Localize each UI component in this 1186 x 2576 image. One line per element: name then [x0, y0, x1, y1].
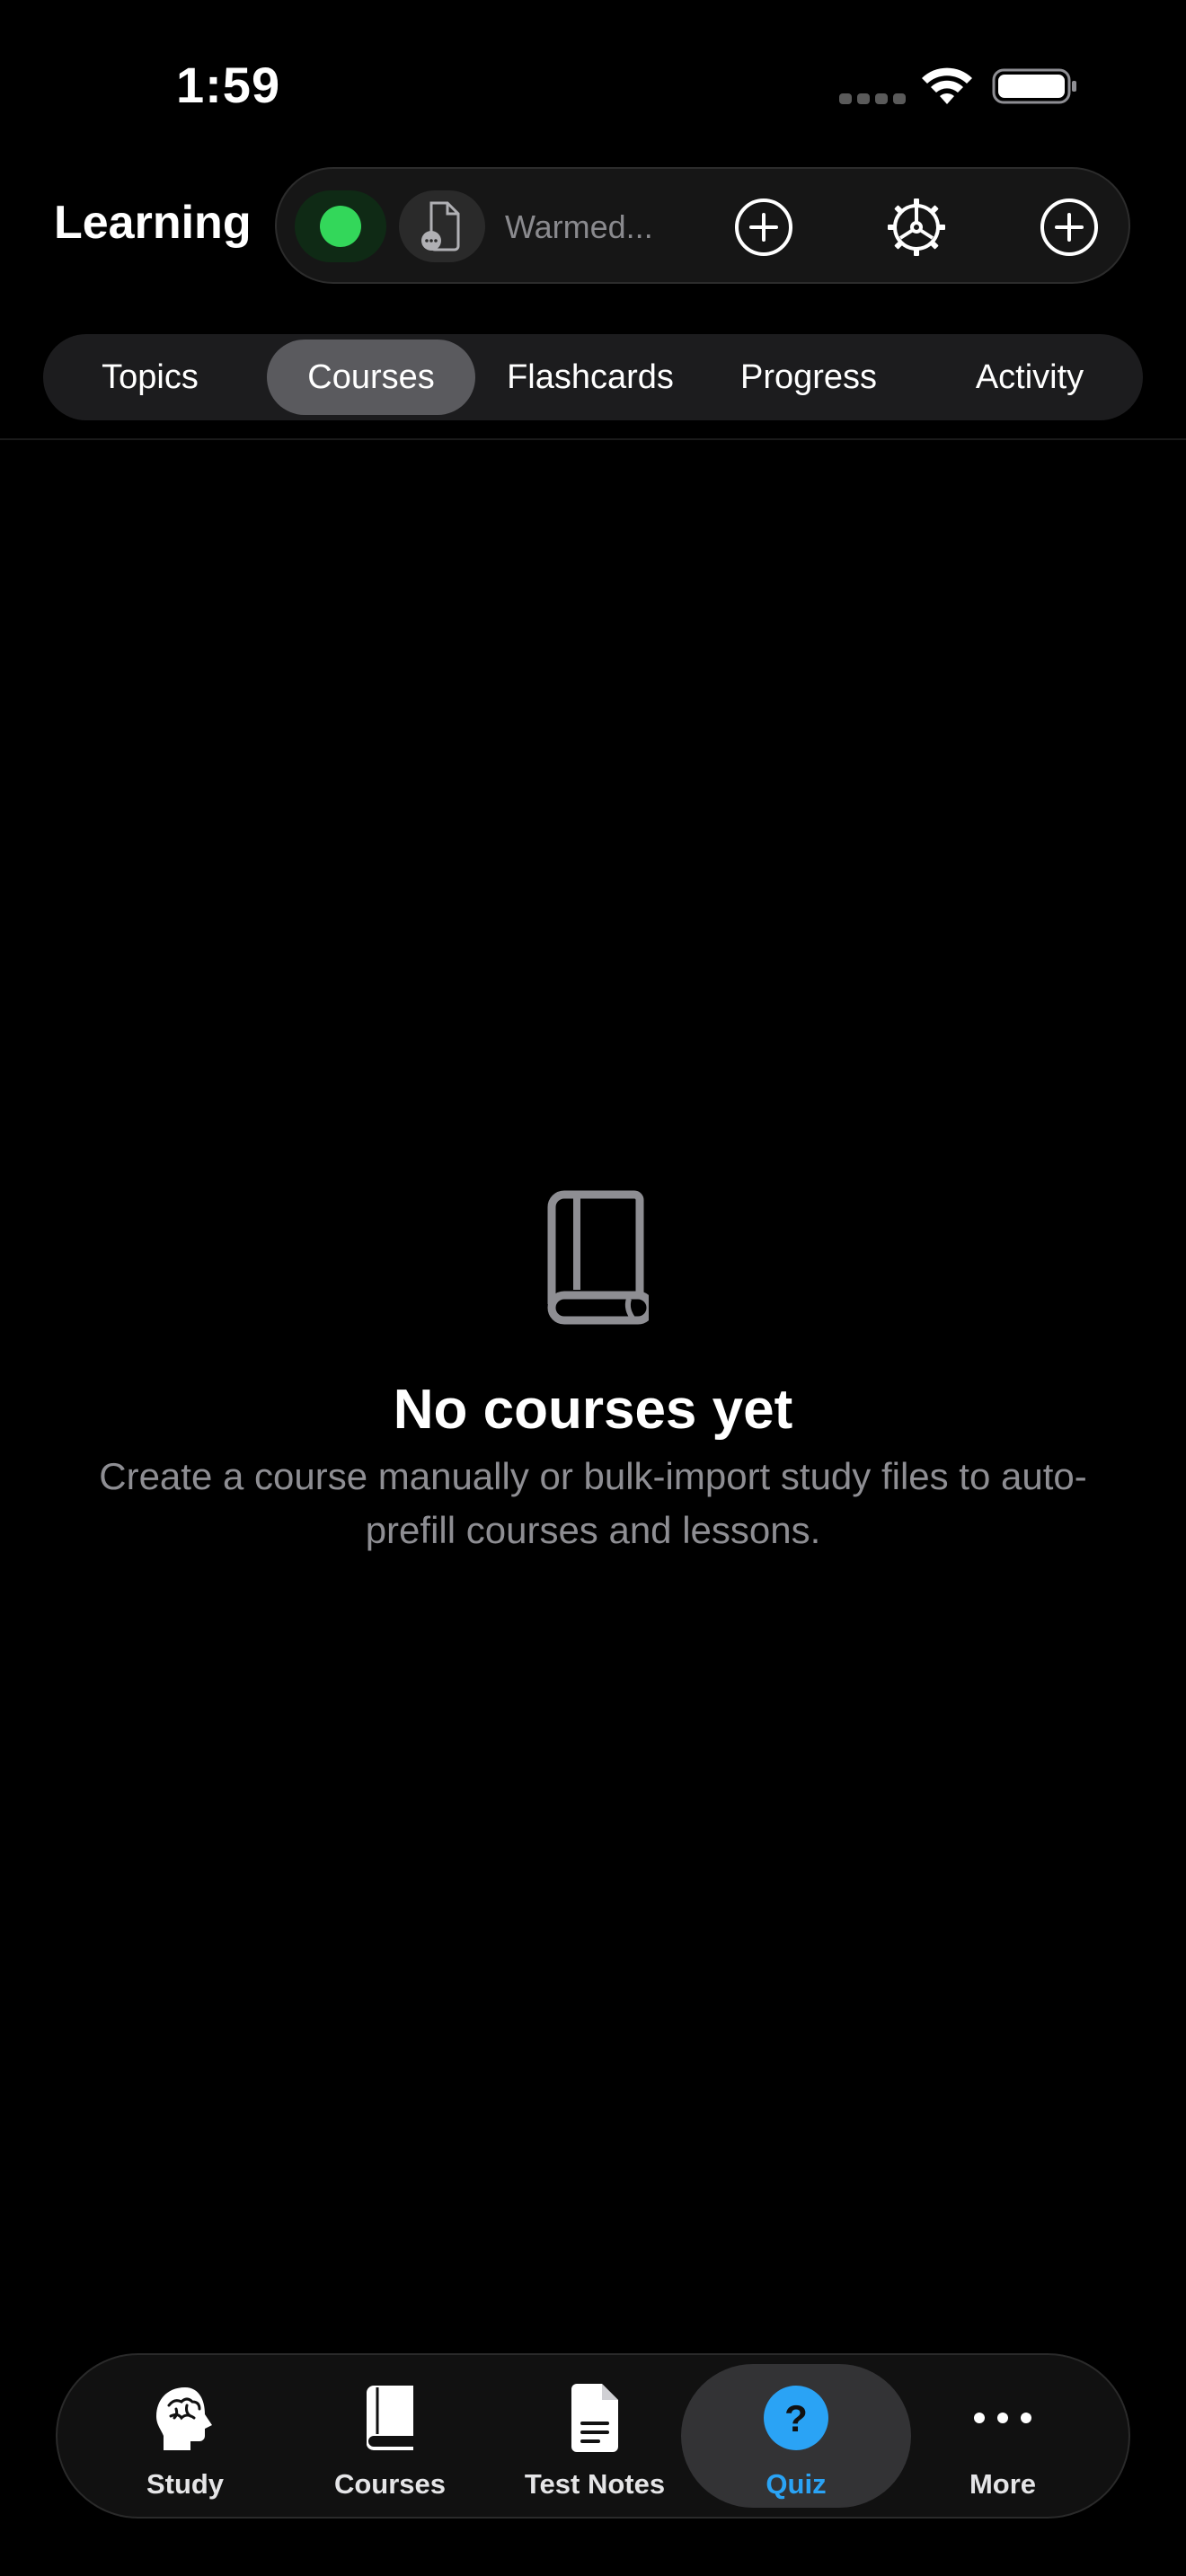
header-divider	[0, 438, 1186, 440]
empty-state-title: No courses yet	[393, 1379, 793, 1441]
empty-state-description: Create a course manually or bulk-import …	[99, 1455, 1087, 1551]
tabbar-label-quiz: Quiz	[766, 2468, 827, 2500]
page-title: Learning	[54, 197, 252, 249]
document-icon	[571, 2384, 618, 2452]
tab-courses[interactable]: Courses	[267, 340, 475, 415]
tabbar-label-study: Study	[146, 2468, 225, 2500]
tabbar-item-study[interactable]: Study	[83, 2355, 288, 2517]
cellular-signal-icon	[839, 93, 906, 104]
status-dot-icon	[320, 206, 361, 247]
document-status-button[interactable]	[399, 190, 485, 262]
tabbar-item-test-notes[interactable]: Test Notes	[492, 2355, 697, 2517]
brain-head-icon	[156, 2387, 212, 2450]
book-icon	[547, 1190, 649, 1325]
question-circle-icon: ?	[764, 2386, 828, 2450]
status-time: 1:59	[176, 57, 281, 113]
add-icon[interactable]	[1037, 195, 1102, 260]
tab-topics[interactable]: Topics	[54, 340, 246, 415]
tabbar-item-courses[interactable]: Courses	[288, 2355, 492, 2517]
tabbar-item-quiz[interactable]: ? Quiz	[681, 2364, 911, 2508]
section-tabs: Topics Courses Flashcards Progress Activ…	[43, 334, 1143, 420]
tab-progress[interactable]: Progress	[708, 340, 909, 415]
tabbar-label-test-notes: Test Notes	[524, 2468, 666, 2500]
book-icon	[367, 2386, 413, 2451]
tabbar-label-courses: Courses	[333, 2468, 447, 2500]
bottom-tab-bar: Study Courses Test Notes ? Quiz More	[56, 2353, 1130, 2519]
header-toolbar: Warmed...	[275, 167, 1130, 284]
battery-icon	[992, 68, 1076, 104]
connection-status-indicator[interactable]	[295, 190, 386, 262]
svg-text:?: ?	[784, 2397, 808, 2439]
wifi-icon	[922, 67, 972, 104]
tabbar-item-more[interactable]: More	[900, 2355, 1105, 2517]
settings-icon[interactable]	[884, 195, 949, 260]
tab-activity[interactable]: Activity	[927, 340, 1132, 415]
tabbar-label-more: More	[969, 2468, 1037, 2500]
add-icon[interactable]	[731, 195, 796, 260]
tab-flashcards[interactable]: Flashcards	[492, 340, 688, 415]
document-status-icon	[421, 201, 460, 251]
ellipsis-icon	[974, 2413, 1031, 2423]
status-text: Warmed...	[505, 208, 653, 245]
